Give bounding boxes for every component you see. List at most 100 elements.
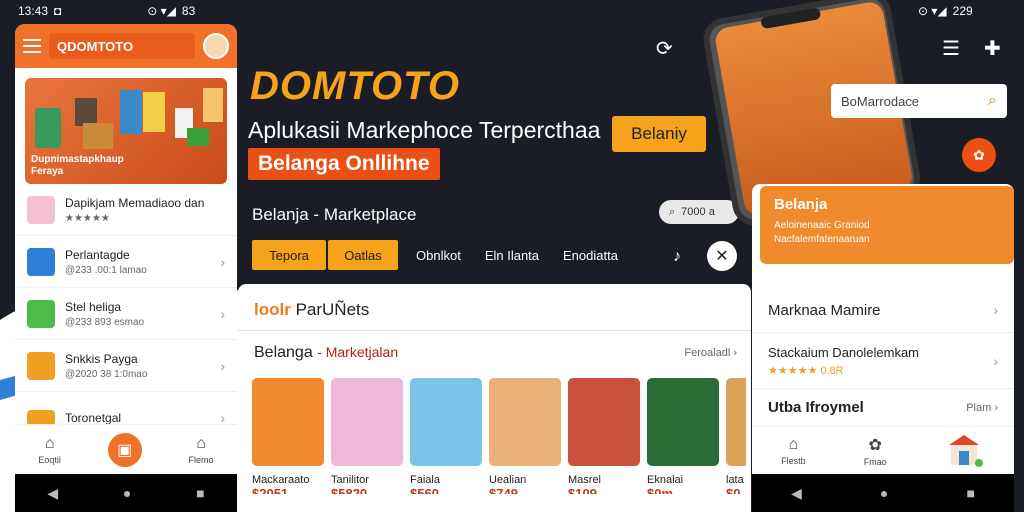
promo-banner[interactable]: Dupnimastapkhaup Feraya	[25, 78, 227, 184]
right-banner-sub2: Nacfalemfatenaaruan	[774, 234, 870, 245]
list-item[interactable]: Dapikjam Memadiaoo dan ★★★★★	[15, 184, 237, 236]
nav-home[interactable]: ⌂ Eoqtil	[38, 435, 61, 465]
nav-categories-label: Fmao	[863, 456, 887, 467]
product-icon	[27, 195, 55, 224]
product-name: Masrel	[568, 474, 602, 486]
list-item[interactable]: Stel heliga @233 893 esmao ›	[15, 288, 237, 340]
search-input[interactable]: BoMarrodace ⌕	[831, 84, 1007, 118]
catalog-bottom-edge	[238, 494, 751, 512]
catalog-header-text: ParUÑets	[295, 300, 370, 319]
right-promo-banner[interactable]: Belanja Aeloinenaaic Graniod Nacfalemfat…	[760, 186, 1014, 264]
banner-caption: Dupnimastapkhaup Feraya	[31, 154, 124, 177]
list-item[interactable]: Utba Ifroymel Plam ›	[752, 388, 1014, 426]
product-name: Eknalai	[647, 474, 684, 486]
close-icon[interactable]: ✕	[707, 241, 737, 271]
product-name: Tanilitor	[331, 474, 369, 486]
box-icon	[27, 351, 55, 380]
product-card[interactable]: Mackaraato $2051	[252, 378, 324, 501]
section-title-main: Belanga	[254, 344, 313, 361]
list-item[interactable]: Stackaium Danolelemkam ★★★★★ 0.8R ›	[752, 332, 1014, 388]
tab-enodiatta[interactable]: Enodiatta	[551, 240, 630, 270]
help-icon[interactable]: ♪	[662, 242, 692, 272]
refresh-icon[interactable]: ⟳	[656, 36, 673, 61]
recents-icon[interactable]: ■	[966, 485, 974, 501]
list-item-title: Stackaium Danolelemkam	[768, 344, 920, 360]
status-bar-left: 13:43 ◘ ⊙ ▾◢ 83	[18, 0, 195, 22]
add-icon[interactable]: ✚	[984, 36, 1001, 61]
list-item[interactable]: Snkkis Payga @2020 38 1:0mao ›	[15, 340, 237, 392]
chevron-right-icon: ›	[993, 302, 998, 318]
product-image	[726, 378, 746, 466]
chevron-right-icon: ›	[220, 357, 225, 374]
list-item-sub: @233 .00:1 lamao	[65, 264, 147, 276]
product-image	[489, 378, 561, 466]
tab-obnlkot[interactable]: Obnlkot	[404, 240, 473, 270]
tab-tepora[interactable]: Tepora	[252, 240, 326, 270]
promo-badge-button[interactable]: ✿	[962, 138, 996, 172]
shop-now-button[interactable]: Belaniy	[612, 116, 706, 152]
chevron-right-icon: ›	[220, 305, 225, 322]
list-item[interactable]: Perlantagde @233 .00:1 lamao ›	[15, 236, 237, 288]
catalog-card: loolr ParUÑets Belanga - Marketjalan Fer…	[238, 284, 751, 512]
settings-sliders-icon[interactable]: ☰	[942, 36, 960, 61]
cart-fab-button[interactable]: ▣	[107, 432, 142, 467]
product-card[interactable]: Tanilitor $5820	[331, 378, 403, 501]
product-image	[410, 378, 482, 466]
home-circle-icon[interactable]: ●	[880, 485, 888, 501]
battery-level: 83	[181, 4, 196, 18]
product-image	[568, 378, 640, 466]
product-card[interactable]: Masrel $109	[568, 378, 640, 501]
product-name: lata	[726, 474, 744, 486]
back-icon[interactable]: ◀	[47, 485, 58, 502]
divider	[238, 330, 751, 331]
search-input-text: BoMarrodace	[841, 93, 920, 109]
see-all-link[interactable]: Feroaladl ›	[684, 347, 737, 359]
rating-stars: ★★★★★	[65, 212, 110, 224]
nav-store-illustration[interactable]	[945, 433, 985, 469]
list-item[interactable]: Marknaa Mamire ›	[752, 288, 1014, 332]
product-image	[647, 378, 719, 466]
list-item-title: Toronetgal	[65, 411, 122, 425]
product-card[interactable]: lata $0	[726, 378, 746, 501]
product-card[interactable]: Eknalai $0m	[647, 378, 719, 501]
list-item-title: Stel heliga	[65, 299, 122, 314]
tagline: Aplukasii Markephoce Terpercthaa	[248, 117, 601, 143]
tab-oatlas[interactable]: Oatlas	[328, 240, 398, 270]
search-input[interactable]: QDOMTOTO	[49, 33, 195, 59]
search-pill[interactable]: ⌕ 7000 a	[659, 200, 739, 224]
back-icon[interactable]: ◀	[791, 485, 802, 502]
nav-home[interactable]: ⌂ Flestb	[781, 436, 806, 466]
menu-icon[interactable]	[23, 39, 41, 53]
wallet-icon	[27, 299, 55, 328]
nav-categories[interactable]: ✿ Fmao	[864, 435, 887, 467]
product-card[interactable]: Uealian $749	[489, 378, 561, 501]
shop-online-button[interactable]: Belanga Onllihne	[248, 148, 440, 180]
product-name: Faiala	[410, 474, 440, 486]
right-banner-title: Belanja	[774, 196, 828, 213]
section-title-sub: Marketjalan	[325, 344, 399, 360]
product-name: Mackaraato	[252, 474, 310, 486]
list-item-title: Utba Ifroymel	[768, 399, 864, 416]
product-list: Mackaraato $2051 Tanilitor $5820 Faiala …	[252, 378, 746, 501]
catalog-header-accent: loolr	[254, 300, 291, 319]
app-header: QDOMTOTO	[15, 24, 237, 68]
home-icon: ⌂	[44, 434, 55, 452]
wifi-icon: ⊙ ▾◢	[147, 4, 176, 18]
product-card[interactable]: Faiala $560	[410, 378, 482, 501]
home-circle-icon[interactable]: ●	[123, 485, 131, 501]
right-banner-sub1: Aeloinenaaic Graniod	[774, 220, 870, 231]
nav-profile[interactable]: ⌂ Flemo	[189, 435, 214, 465]
recents-icon[interactable]: ■	[196, 485, 204, 501]
list-item-title: Perlantagde	[65, 247, 130, 262]
list-item-title: Marknaa Mamire	[768, 301, 881, 319]
store-icon	[27, 247, 55, 276]
avatar[interactable]	[203, 33, 229, 59]
chevron-right-icon: ›	[993, 352, 998, 369]
chevron-right-icon: ›	[220, 253, 225, 270]
product-name: Uealian	[489, 474, 527, 486]
status-time: 13:43	[18, 4, 49, 18]
list-item-sub: @233 893 esmao	[65, 316, 145, 328]
gift-icon: ✿	[973, 146, 985, 163]
search-pill-text: 7000 a	[681, 206, 715, 218]
tab-eln-ilanta[interactable]: Eln Ilanta	[473, 240, 551, 270]
